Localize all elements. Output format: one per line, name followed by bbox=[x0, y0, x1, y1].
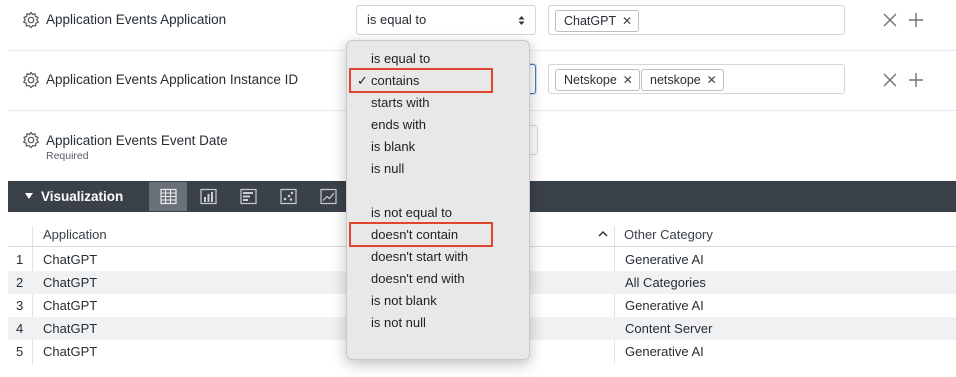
chip-label: netskope bbox=[650, 73, 701, 87]
filter-field-label: Application Events Application bbox=[46, 12, 227, 27]
value-input[interactable]: ChatGPT ✕ bbox=[548, 5, 845, 35]
value-chip: netskope ✕ bbox=[641, 69, 724, 91]
add-icon[interactable] bbox=[908, 12, 924, 28]
scatter-icon[interactable] bbox=[269, 182, 307, 211]
operator-select[interactable]: is equal to bbox=[356, 5, 536, 35]
required-label: Required bbox=[46, 150, 89, 162]
application-cell: ChatGPT bbox=[43, 252, 98, 267]
menu-item[interactable]: is not blank bbox=[347, 290, 531, 312]
menu-item-label: starts with bbox=[371, 95, 430, 110]
menu-item-label: doesn't start with bbox=[371, 249, 469, 264]
menu-item-label: is equal to bbox=[371, 51, 431, 66]
filter-field-label: Application Events Event Date bbox=[46, 133, 228, 148]
row-number: 5 bbox=[16, 344, 24, 359]
row-number: 3 bbox=[16, 298, 24, 313]
menu-item[interactable]: doesn't start with bbox=[347, 246, 531, 268]
column-header-application[interactable]: Application bbox=[43, 227, 107, 242]
menu-item[interactable]: is not equal to bbox=[347, 202, 531, 224]
menu-item-label: ends with bbox=[371, 117, 426, 132]
remove-chip-icon[interactable]: ✕ bbox=[707, 70, 717, 90]
collapse-caret-icon[interactable] bbox=[25, 193, 33, 199]
highlight-box-contains bbox=[349, 68, 493, 93]
close-icon[interactable] bbox=[882, 72, 898, 88]
select-arrows-icon bbox=[518, 16, 525, 25]
remove-chip-icon[interactable]: ✕ bbox=[622, 11, 632, 31]
filter-field-label: Application Events Application Instance … bbox=[46, 72, 299, 87]
value-chip: Netskope ✕ bbox=[555, 69, 640, 91]
column-header-other-category[interactable]: Other Category bbox=[624, 227, 713, 242]
other-category-cell: All Categories bbox=[625, 275, 706, 290]
menu-item-label: is not equal to bbox=[371, 205, 452, 220]
menu-item[interactable]: is null bbox=[347, 158, 531, 180]
add-icon[interactable] bbox=[908, 72, 924, 88]
gear-icon[interactable] bbox=[22, 71, 40, 89]
row-number: 2 bbox=[16, 275, 24, 290]
value-chip: ChatGPT ✕ bbox=[555, 10, 640, 32]
row-number: 1 bbox=[16, 252, 24, 267]
gear-icon[interactable] bbox=[22, 131, 40, 149]
application-cell: ChatGPT bbox=[43, 275, 98, 290]
menu-item-label: is not null bbox=[371, 315, 426, 330]
other-category-cell: Generative AI bbox=[625, 298, 704, 313]
menu-item[interactable]: is equal to bbox=[347, 48, 531, 70]
bar-chart-icon[interactable] bbox=[189, 182, 227, 211]
chip-label: Netskope bbox=[564, 73, 617, 87]
close-icon[interactable] bbox=[882, 12, 898, 28]
other-category-cell: Generative AI bbox=[625, 252, 704, 267]
menu-item[interactable]: starts with bbox=[347, 92, 531, 114]
menu-item[interactable]: doesn't end with bbox=[347, 268, 531, 290]
visualization-title[interactable]: Visualization bbox=[41, 189, 123, 204]
line-chart-icon[interactable] bbox=[309, 182, 347, 211]
gear-icon[interactable] bbox=[22, 11, 40, 29]
value-input[interactable]: Netskope ✕ netskope ✕ bbox=[548, 64, 845, 94]
row-number: 4 bbox=[16, 321, 24, 336]
menu-item[interactable]: ends with bbox=[347, 114, 531, 136]
menu-item-label: doesn't end with bbox=[371, 271, 465, 286]
remove-chip-icon[interactable]: ✕ bbox=[623, 70, 633, 90]
menu-item-label: is blank bbox=[371, 139, 416, 154]
menu-item-label: is null bbox=[371, 161, 405, 176]
chip-label: ChatGPT bbox=[564, 14, 617, 28]
menu-item[interactable]: is blank bbox=[347, 136, 531, 158]
application-cell: ChatGPT bbox=[43, 298, 98, 313]
application-cell: ChatGPT bbox=[43, 321, 98, 336]
operator-value: is equal to bbox=[367, 12, 427, 27]
highlight-box-doesnt-contain bbox=[349, 222, 493, 247]
menu-item-label: is not blank bbox=[371, 293, 437, 308]
menu-item[interactable]: is not null bbox=[347, 312, 531, 334]
horizontal-bar-icon[interactable] bbox=[229, 182, 267, 211]
application-cell: ChatGPT bbox=[43, 344, 98, 359]
other-category-cell: Content Server bbox=[625, 321, 713, 336]
sort-ascending-icon[interactable] bbox=[598, 230, 608, 237]
table-icon[interactable] bbox=[149, 182, 187, 211]
other-category-cell: Generative AI bbox=[625, 344, 704, 359]
